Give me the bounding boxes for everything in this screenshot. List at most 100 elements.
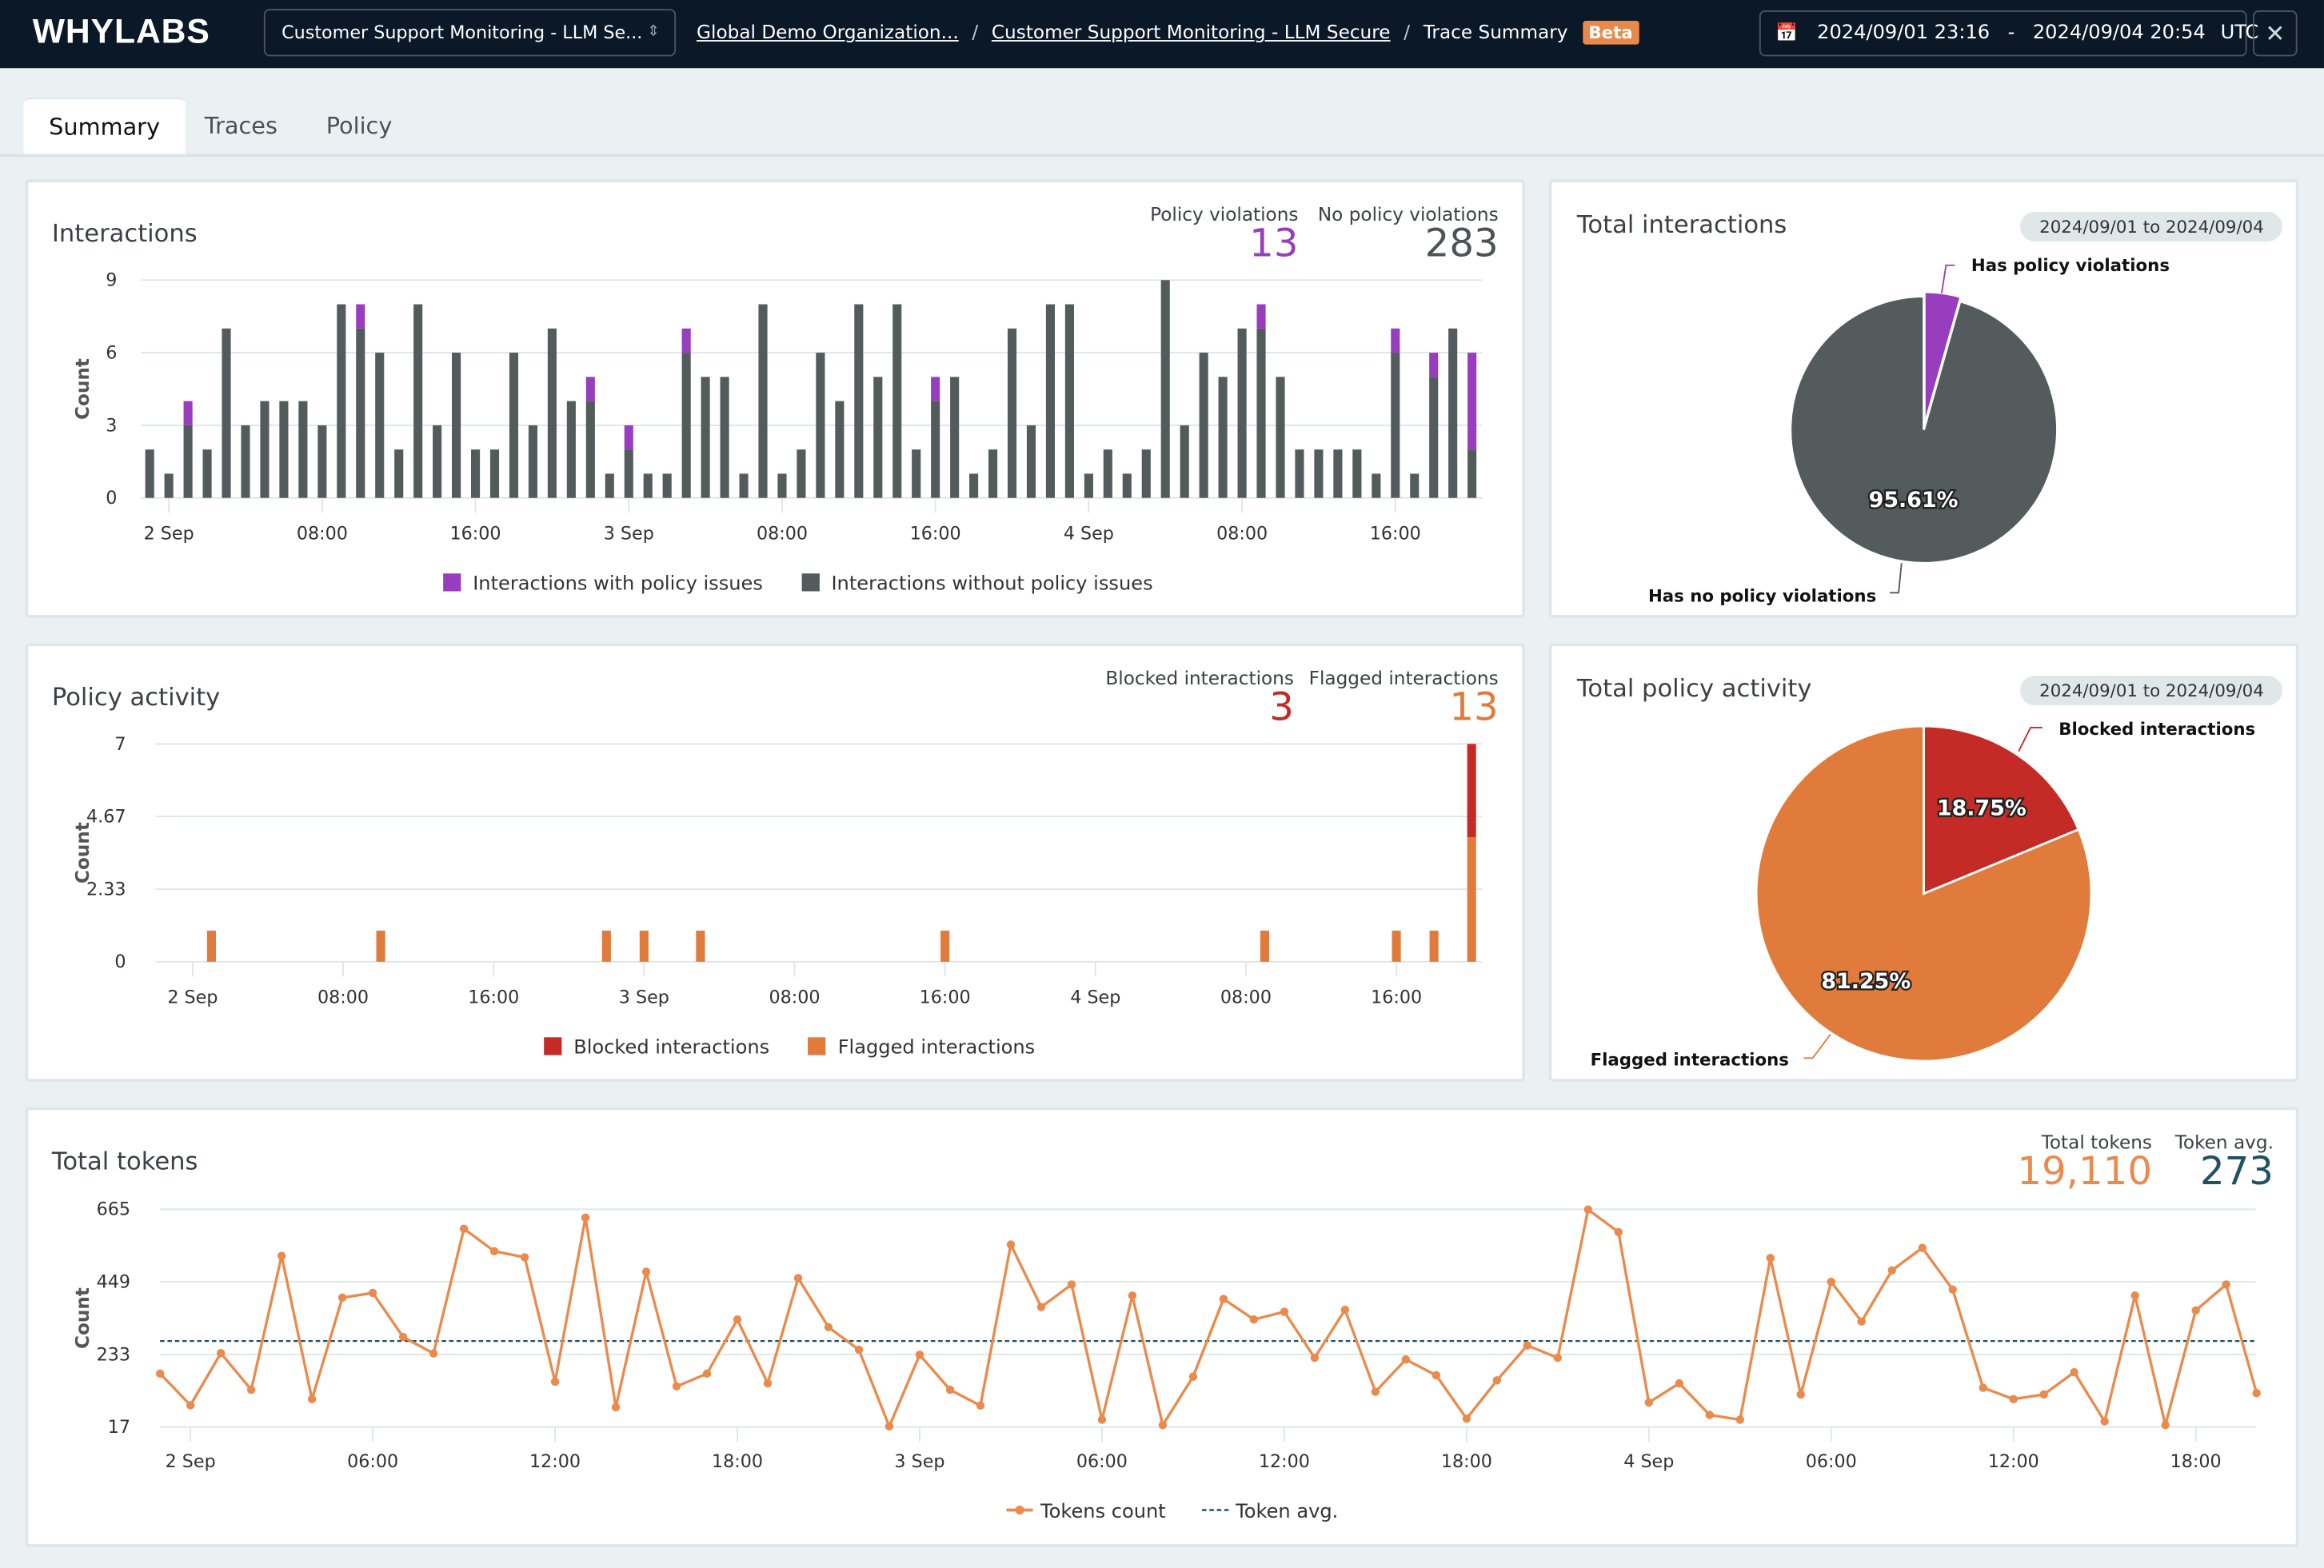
bar-segment xyxy=(892,304,902,498)
bar-segment xyxy=(777,473,787,498)
bar-segment xyxy=(720,377,729,498)
bar-segment xyxy=(1392,930,1401,962)
pie-slice-label: Flagged interactions xyxy=(1591,1051,1789,1071)
bar-segment xyxy=(1218,377,1228,498)
tokens-point xyxy=(1128,1291,1137,1300)
bar-segment xyxy=(1026,425,1036,498)
bar-segment xyxy=(433,425,442,498)
tokens-point xyxy=(2161,1421,2170,1430)
bar-segment xyxy=(164,473,174,498)
bar-segment xyxy=(758,304,768,498)
bar-segment xyxy=(912,449,921,498)
x-tick-label: 16:00 xyxy=(1371,987,1422,1008)
bar-segment xyxy=(1199,353,1208,498)
tokens-point xyxy=(2100,1417,2109,1426)
bar-segment xyxy=(1237,328,1247,498)
bar-segment xyxy=(1391,328,1400,353)
tokens-point xyxy=(1432,1371,1441,1380)
bar-segment xyxy=(854,304,864,498)
bar-segment xyxy=(696,930,705,962)
bar-segment xyxy=(1122,473,1132,498)
y-axis-label: Count xyxy=(73,358,94,420)
pie-leader-line xyxy=(2018,727,2042,752)
bar-segment xyxy=(639,930,649,962)
tokens-point xyxy=(702,1369,712,1378)
tokens-point xyxy=(2070,1368,2078,1377)
bar-segment xyxy=(183,425,193,498)
bar-segment xyxy=(969,473,979,498)
x-tick-label: 4 Sep xyxy=(1064,524,1114,545)
tokens-point xyxy=(1067,1280,1076,1289)
tokens-point xyxy=(1249,1315,1259,1324)
charts-layer: 0 3 6 9 Count 2 Sep 08:00 16:00 3 Sep 08:00 16:00 4… xyxy=(73,256,2261,1472)
pie-leader-line xyxy=(1940,264,1955,294)
bar-segment xyxy=(1084,473,1093,498)
bar-segment xyxy=(394,449,404,498)
bar-segment xyxy=(835,401,845,498)
tokens-point xyxy=(337,1293,347,1303)
y-tick-label: 0 xyxy=(114,952,126,972)
bar-segment xyxy=(931,401,940,498)
tokens-point xyxy=(1371,1387,1380,1396)
bar-segment xyxy=(643,473,653,498)
pie-slice-label: Has no policy violations xyxy=(1648,586,1876,606)
tokens-point xyxy=(1006,1240,1016,1249)
tokens-point xyxy=(1158,1421,1168,1430)
tokens-point xyxy=(1918,1243,1927,1252)
bar-segment xyxy=(873,377,883,498)
bar-segment xyxy=(585,401,595,498)
bar-segment xyxy=(241,425,250,498)
tokens-point xyxy=(1553,1353,1563,1363)
y-tick-label: 665 xyxy=(97,1199,130,1220)
x-tick-label: 2 Sep xyxy=(167,987,218,1008)
pie-percent-label: 18.75% xyxy=(1937,796,2027,820)
x-tick-label: 08:00 xyxy=(317,987,369,1008)
bar-segment xyxy=(509,353,519,498)
tokens-point xyxy=(277,1251,286,1260)
bar-segment xyxy=(739,473,749,498)
tokens-chart: 17 233 449 665 Count 2 Sep 06:00 12:00 18:00 3 Se… xyxy=(73,1199,2261,1472)
tokens-point xyxy=(1735,1415,1744,1424)
tokens-point xyxy=(884,1422,894,1431)
tokens-point xyxy=(459,1224,469,1233)
bar-segment xyxy=(356,328,365,498)
tokens-point xyxy=(763,1378,773,1388)
bar-segment xyxy=(605,473,614,498)
tokens-point xyxy=(1097,1415,1107,1424)
bar-segment xyxy=(317,425,327,498)
x-tick-label: 3 Sep xyxy=(619,987,669,1008)
tokens-point xyxy=(824,1323,833,1332)
bar-segment xyxy=(566,401,576,498)
tokens-point xyxy=(489,1247,499,1256)
tokens-point xyxy=(1887,1266,1896,1275)
tokens-point xyxy=(1340,1305,1350,1315)
interactions-chart: 0 3 6 9 Count 2 Sep 08:00 16:00 3 Sep 08:00 16:00 4… xyxy=(73,270,1483,545)
bar-segment xyxy=(489,449,500,498)
tokens-point xyxy=(2039,1390,2048,1399)
bar-segment xyxy=(1295,449,1304,498)
bar-segment xyxy=(202,449,212,498)
x-tick-label: 16:00 xyxy=(910,524,961,545)
y-tick-label: 7 xyxy=(114,734,126,755)
bar-segment xyxy=(1007,328,1017,498)
tokens-point xyxy=(2130,1291,2139,1300)
tokens-point xyxy=(307,1394,317,1404)
pie-percent-label: 95.61% xyxy=(1869,488,1959,513)
tokens-point xyxy=(246,1385,256,1394)
bar-segment xyxy=(1160,280,1170,498)
bar-segment xyxy=(279,401,289,498)
x-tick-label: 3 Sep xyxy=(604,524,654,545)
tokens-point xyxy=(1948,1285,1957,1294)
tokens-point xyxy=(976,1401,985,1410)
tokens-point xyxy=(186,1401,195,1410)
tokens-point xyxy=(1219,1295,1228,1303)
bar-segment xyxy=(585,377,595,401)
bar-segment xyxy=(1467,837,1476,962)
policy_activity-chart: 02.334.677Count2 Sep 08:00 16:00 3 Sep 08:00… xyxy=(73,734,1483,1008)
bar-segment xyxy=(601,930,611,962)
x-tick-label: 18:00 xyxy=(1441,1451,1492,1472)
y-tick-label: 3 xyxy=(106,415,117,436)
bar-segment xyxy=(624,449,633,498)
bar-segment xyxy=(528,425,538,498)
x-tick-label: 12:00 xyxy=(1988,1451,2039,1472)
